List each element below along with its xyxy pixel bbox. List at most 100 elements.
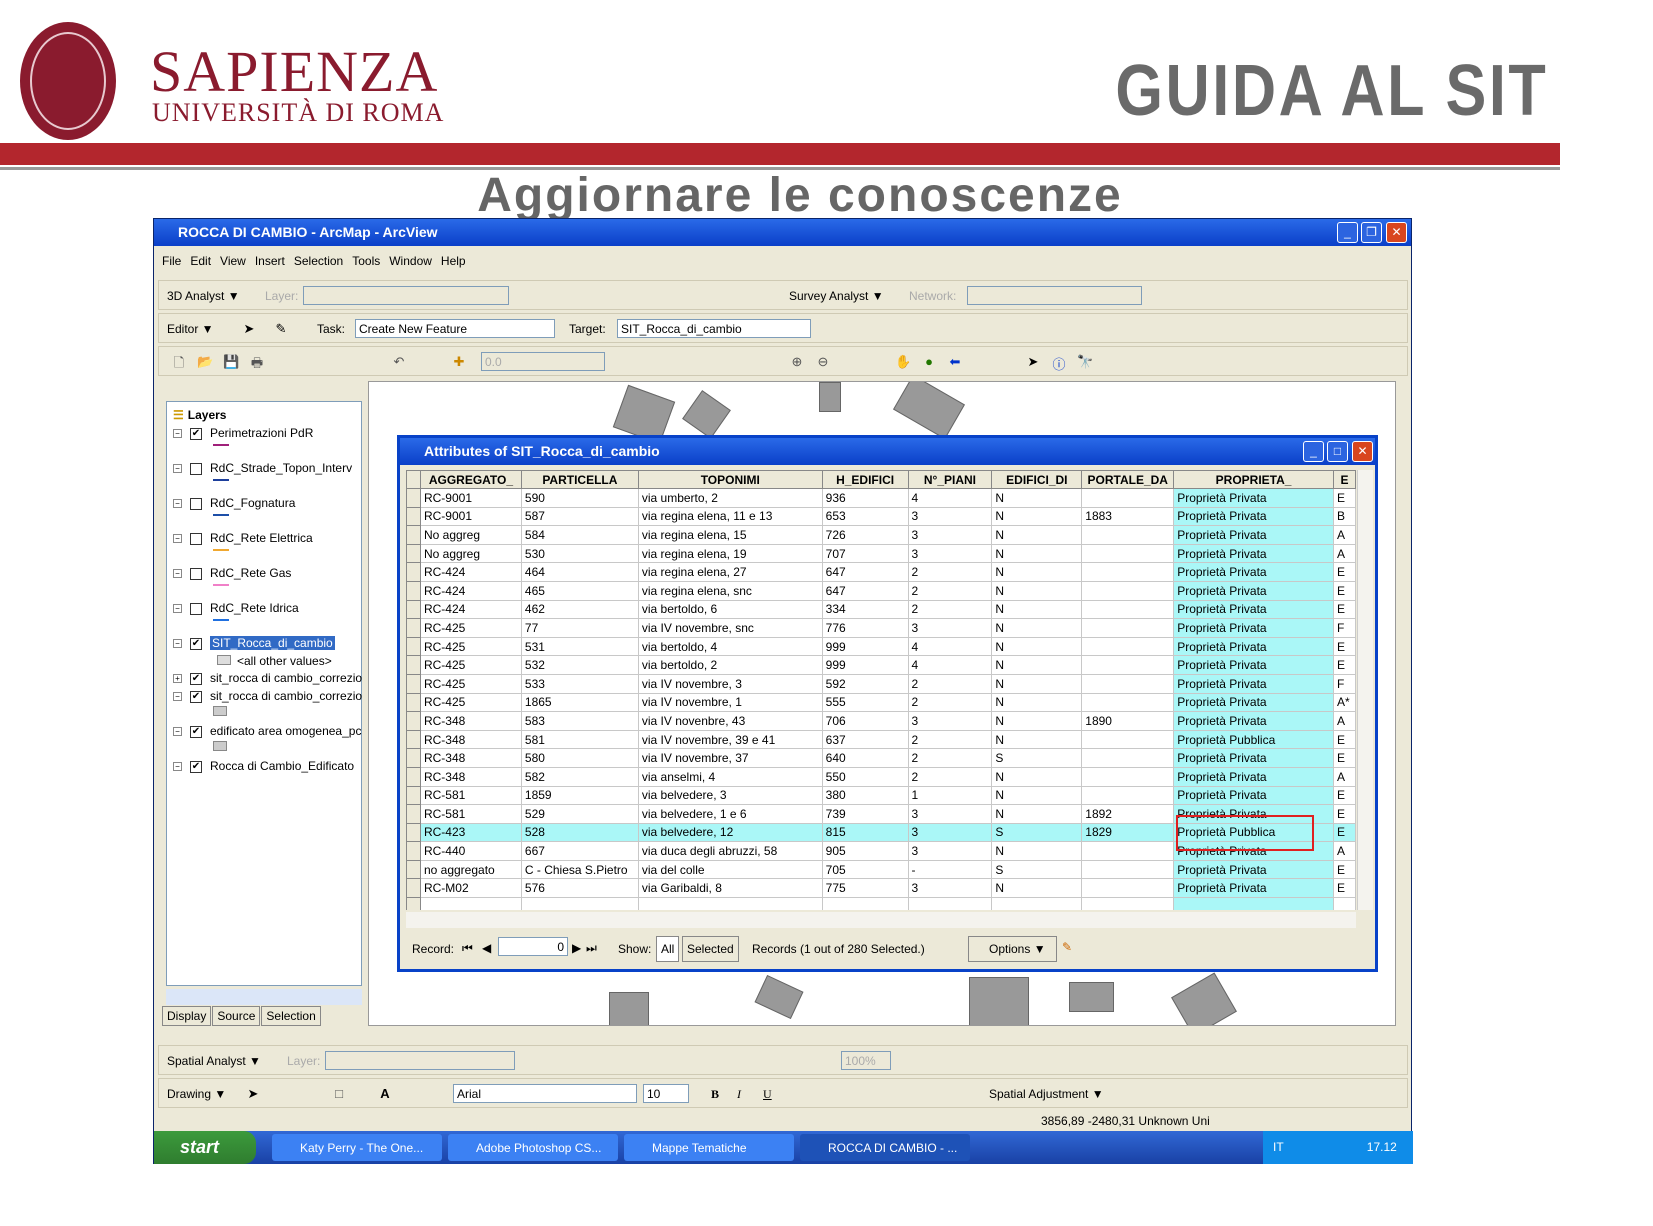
table-row[interactable]: RC-348 582 via anselmi, 4 550 2 N Proprietà Pr… xyxy=(406,766,1356,787)
table-cell[interactable]: - xyxy=(907,859,993,880)
table-row[interactable]: RC-424 464 via regina elena, 27 647 2 N Propri… xyxy=(406,562,1356,582)
table-cell[interactable]: 1 xyxy=(907,785,993,806)
font-select[interactable]: Arial xyxy=(453,1084,637,1103)
table-cell[interactable]: 647 xyxy=(821,562,909,582)
table-cell[interactable]: Proprietà Privata xyxy=(1173,655,1334,675)
table-cell[interactable] xyxy=(1081,841,1175,861)
table-cell[interactable]: N xyxy=(991,785,1083,806)
table-cell[interactable]: Proprietà Pubblica xyxy=(1173,729,1334,750)
row-selector[interactable] xyxy=(406,655,421,675)
table-cell[interactable]: Proprietà Privata xyxy=(1173,748,1334,768)
table-cell[interactable]: C - Chiesa S.Pietro xyxy=(520,859,639,880)
show-all-button[interactable]: All xyxy=(656,936,680,962)
table-cell[interactable]: 590 xyxy=(520,488,639,508)
table-cell[interactable]: 1892 xyxy=(1081,804,1175,824)
row-selector[interactable] xyxy=(406,618,421,638)
table-cell[interactable]: E xyxy=(1332,655,1356,675)
table-cell[interactable]: via anselmi, 4 xyxy=(637,766,823,787)
table-cell[interactable]: F xyxy=(1332,673,1356,694)
table-row[interactable]: RC-424 462 via bertoldo, 6 334 2 N Proprietà P… xyxy=(406,599,1356,620)
underline-button[interactable]: U xyxy=(763,1087,772,1102)
table-cell[interactable]: Proprietà Privata xyxy=(1173,785,1334,806)
table-cell[interactable]: E xyxy=(1332,785,1356,806)
select-icon[interactable]: ➤ xyxy=(1025,354,1041,370)
table-cell[interactable]: RC-425 xyxy=(419,692,522,713)
table-cell[interactable]: via belvedere, 1 e 6 xyxy=(637,804,823,824)
table-cell[interactable] xyxy=(1081,580,1175,601)
table-cell[interactable]: via IV novembre, snc xyxy=(637,618,823,638)
collapse-icon[interactable]: − xyxy=(173,429,182,439)
table-cell[interactable]: no aggregato xyxy=(419,859,522,880)
menu-help[interactable]: Help xyxy=(441,254,466,268)
column-header[interactable]: PROPRIETA_ xyxy=(1173,470,1334,489)
collapse-icon[interactable]: − xyxy=(173,639,182,649)
toc-horizontal-scrollbar[interactable] xyxy=(166,989,362,1005)
table-cell[interactable]: 2 xyxy=(907,748,993,768)
table-cell[interactable]: via regina elena, snc xyxy=(637,580,823,601)
table-cell[interactable] xyxy=(1081,692,1175,713)
table-cell[interactable]: S xyxy=(991,748,1083,768)
table-cell[interactable]: E xyxy=(1332,562,1356,582)
table-cell[interactable]: F xyxy=(1332,618,1356,638)
table-cell[interactable]: RC-348 xyxy=(419,766,522,787)
table-cell[interactable]: N xyxy=(991,766,1083,787)
table-cell[interactable]: 4 xyxy=(907,655,993,675)
table-cell[interactable]: 462 xyxy=(520,599,639,620)
table-cell[interactable]: Proprietà Privata xyxy=(1173,859,1334,880)
menu-insert[interactable]: Insert xyxy=(255,254,285,268)
table-cell[interactable]: 580 xyxy=(520,748,639,768)
record-number-field[interactable]: 0 xyxy=(498,937,568,956)
row-selector[interactable] xyxy=(406,506,421,527)
layer-item[interactable]: − ✔ edificato area omogenea_pc xyxy=(173,724,361,738)
table-cell[interactable]: Proprietà Privata xyxy=(1173,599,1334,620)
table-cell[interactable]: S xyxy=(991,822,1083,843)
font-size-select[interactable]: 10 xyxy=(643,1084,689,1103)
table-cell[interactable]: 532 xyxy=(520,655,639,675)
table-cell[interactable]: via regina elena, 19 xyxy=(637,543,823,564)
column-header[interactable]: PORTALE_DA xyxy=(1081,470,1175,489)
table-cell[interactable]: 3 xyxy=(907,506,993,527)
table-cell[interactable]: Proprietà Privata xyxy=(1173,636,1334,657)
table-cell[interactable]: Proprietà Privata xyxy=(1173,878,1334,899)
table-row[interactable]: RC-9001 587 via regina elena, 11 e 13 653 3 N… xyxy=(406,506,1356,527)
options-button[interactable]: Options ▼ xyxy=(968,936,1057,962)
table-cell[interactable]: 592 xyxy=(821,673,909,694)
table-row[interactable]: RC-425 77 via IV novembre, snc 776 3 N Proprie… xyxy=(406,618,1356,638)
attributes-close-button[interactable]: ✕ xyxy=(1352,441,1373,462)
table-cell[interactable] xyxy=(1081,599,1175,620)
table-cell[interactable]: 3 xyxy=(907,711,993,731)
table-cell[interactable]: RC-581 xyxy=(419,804,522,824)
spatial-analyst-menu[interactable]: Spatial Analyst ▼ xyxy=(167,1054,261,1068)
select-elements-icon[interactable]: ➤ xyxy=(245,1086,261,1102)
table-cell[interactable]: 1883 xyxy=(1081,506,1175,527)
row-selector[interactable] xyxy=(406,766,421,787)
collapse-icon[interactable]: − xyxy=(173,604,182,614)
collapse-icon[interactable]: − xyxy=(173,727,182,737)
table-cell[interactable]: Proprietà Privata xyxy=(1173,543,1334,564)
spatial-layer-select[interactable] xyxy=(325,1051,515,1070)
zoom-percent-select[interactable]: 100% xyxy=(841,1051,891,1070)
horizontal-scrollbar[interactable] xyxy=(406,912,1356,928)
table-cell[interactable]: N xyxy=(991,618,1083,638)
table-cell[interactable] xyxy=(1081,543,1175,564)
table-cell[interactable]: via bertoldo, 6 xyxy=(637,599,823,620)
layer-checkbox[interactable]: ✔ xyxy=(190,637,202,650)
find-icon[interactable]: 🔭 xyxy=(1077,354,1093,370)
table-cell[interactable]: E xyxy=(1332,878,1356,899)
table-cell[interactable]: RC-9001 xyxy=(419,506,522,527)
edit-tool-icon[interactable]: ➤ xyxy=(241,321,257,337)
zoom-in-icon[interactable]: ⊕ xyxy=(789,354,805,370)
restore-button[interactable]: ❐ xyxy=(1361,222,1382,243)
table-row[interactable]: RC-9001 590 via umberto, 2 936 4 N Proprietà P… xyxy=(406,488,1356,508)
table-row[interactable]: RC-425 533 via IV novembre, 3 592 2 N Propriet… xyxy=(406,673,1356,694)
survey-analyst-menu[interactable]: Survey Analyst ▼ xyxy=(789,289,884,303)
last-record-button[interactable]: ⏭ xyxy=(586,941,597,956)
table-row[interactable]: No aggreg 584 via regina elena, 15 726 3 N Pro… xyxy=(406,525,1356,545)
table-cell[interactable]: via IV novenbre, 43 xyxy=(637,711,823,731)
table-cell[interactable]: N xyxy=(991,525,1083,545)
table-cell[interactable] xyxy=(1081,766,1175,787)
table-cell[interactable]: RC-424 xyxy=(419,562,522,582)
menu-tools[interactable]: Tools xyxy=(352,254,380,268)
table-cell[interactable]: 3 xyxy=(907,525,993,545)
table-row[interactable]: RC-424 465 via regina elena, snc 647 2 N Propr… xyxy=(406,580,1356,601)
